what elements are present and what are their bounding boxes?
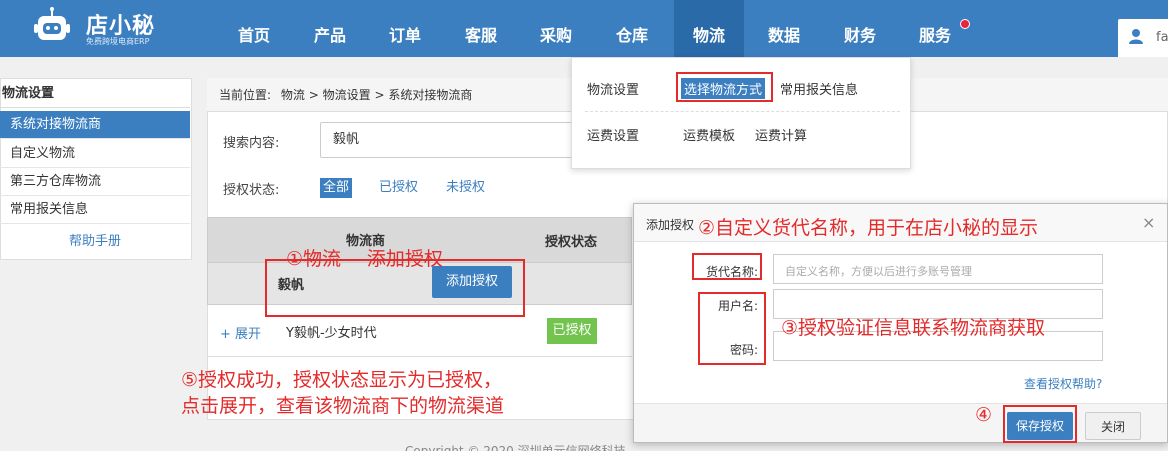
nav-purchase[interactable]: 采购 (524, 0, 588, 57)
expand-toggle[interactable]: + 展开 (220, 323, 261, 342)
nav-logistics[interactable]: 物流 (674, 0, 744, 57)
search-label: 搜索内容: (223, 136, 280, 151)
annotation-1: ①物流 -- 添加授权 (286, 248, 443, 270)
breadcrumb-separator: > (308, 88, 319, 102)
nav-warehouse[interactable]: 仓库 (600, 0, 664, 57)
breadcrumb-separator: > (374, 88, 385, 102)
close-icon[interactable]: × (1142, 213, 1155, 232)
nav-home[interactable]: 首页 (222, 0, 286, 57)
annotation-box-save (1003, 405, 1077, 443)
user-name: fa (1156, 30, 1168, 45)
sidebar-title: 物流设置 (0, 80, 190, 108)
modal-title: 添加授权 (646, 218, 695, 232)
breadcrumb-item[interactable]: 物流 (281, 88, 305, 102)
authorization-help-link[interactable]: 查看授权帮助? (1024, 375, 1102, 392)
filter-all[interactable]: 全部 (320, 178, 353, 198)
nav-orders[interactable]: 订单 (373, 0, 437, 57)
notification-dot (960, 19, 970, 29)
column-header-auth-status: 授权状态 (545, 235, 598, 250)
filter-label: 授权状态: (223, 183, 280, 198)
nav-products[interactable]: 产品 (298, 0, 362, 57)
annotation-5-line1: ⑤授权成功，授权状态显示为已授权， (181, 369, 503, 391)
annotation-box-credentials (698, 292, 766, 365)
sidebar-item-custom-logistics[interactable]: 自定义物流 (0, 140, 190, 168)
sidebar-item-customs-info[interactable]: 常用报关信息 (0, 196, 190, 224)
annotation-box-carrier-name (692, 253, 762, 280)
nav-service[interactable]: 客服 (449, 0, 513, 57)
dropdown-link-freight-calc[interactable]: 运费计算 (755, 125, 807, 144)
filter-authorized[interactable]: 已授权 (376, 178, 421, 198)
breadcrumb-item: 系统对接物流商 (388, 88, 473, 102)
dropdown-link-customs-info[interactable]: 常用报关信息 (780, 79, 858, 98)
sidebar-item-system-carriers[interactable]: 系统对接物流商 (0, 111, 190, 139)
copyright: Copyright © 2020 深圳单元信网络科技 (405, 444, 626, 451)
dropdown-link-freight-template[interactable]: 运费模板 (683, 125, 735, 144)
nav-services[interactable]: 服务 (903, 0, 967, 57)
filter-unauthorized[interactable]: 未授权 (443, 178, 488, 198)
annotation-box-select-method (676, 72, 773, 102)
sidebar-item-third-party-warehouse[interactable]: 第三方仓库物流 (0, 168, 190, 196)
breadcrumb-prefix: 当前位置: (219, 88, 272, 102)
carrier-name-placeholder: 自定义名称，方便以后进行多账号管理 (785, 265, 972, 278)
dropdown-group-freight-settings: 运费设置 (587, 129, 640, 144)
nav-data[interactable]: 数据 (752, 0, 816, 57)
nav-finance[interactable]: 财务 (828, 0, 892, 57)
annotation-3: ③授权验证信息联系物流商获取 (781, 317, 1046, 339)
help-manual-link[interactable]: 帮助手册 (0, 228, 190, 256)
annotation-4: ④ (975, 404, 993, 426)
dropdown-divider (585, 111, 900, 112)
close-button[interactable]: 关闭 (1085, 412, 1141, 440)
annotation-5-line2: 点击展开，查看该物流商下的物流渠道 (181, 395, 505, 417)
status-badge: 已授权 (547, 318, 597, 344)
logo-subtitle: 免费跨境电商ERP (86, 37, 150, 46)
channel-name: Y毅帆-少女时代 (286, 326, 377, 341)
annotation-2: ②自定义货代名称，用于在店小秘的显示 (698, 217, 1039, 239)
user-icon (1128, 28, 1144, 47)
breadcrumb-item[interactable]: 物流设置 (323, 88, 371, 102)
robot-logo-icon[interactable] (32, 6, 72, 46)
search-input[interactable]: 毅帆 (320, 122, 580, 158)
dropdown-group-logistics-settings: 物流设置 (587, 83, 640, 98)
